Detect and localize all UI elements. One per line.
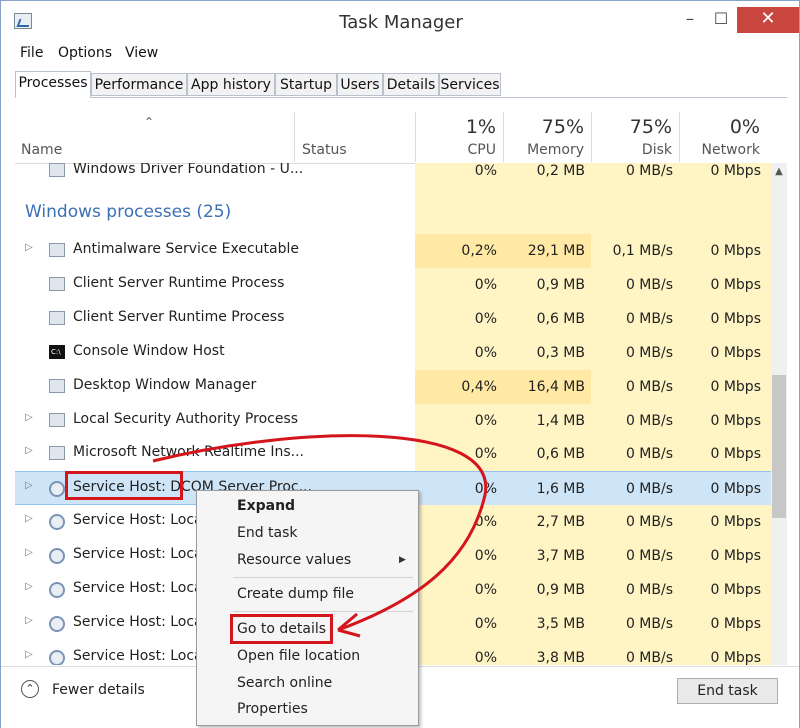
annotation-arrow <box>152 434 488 638</box>
